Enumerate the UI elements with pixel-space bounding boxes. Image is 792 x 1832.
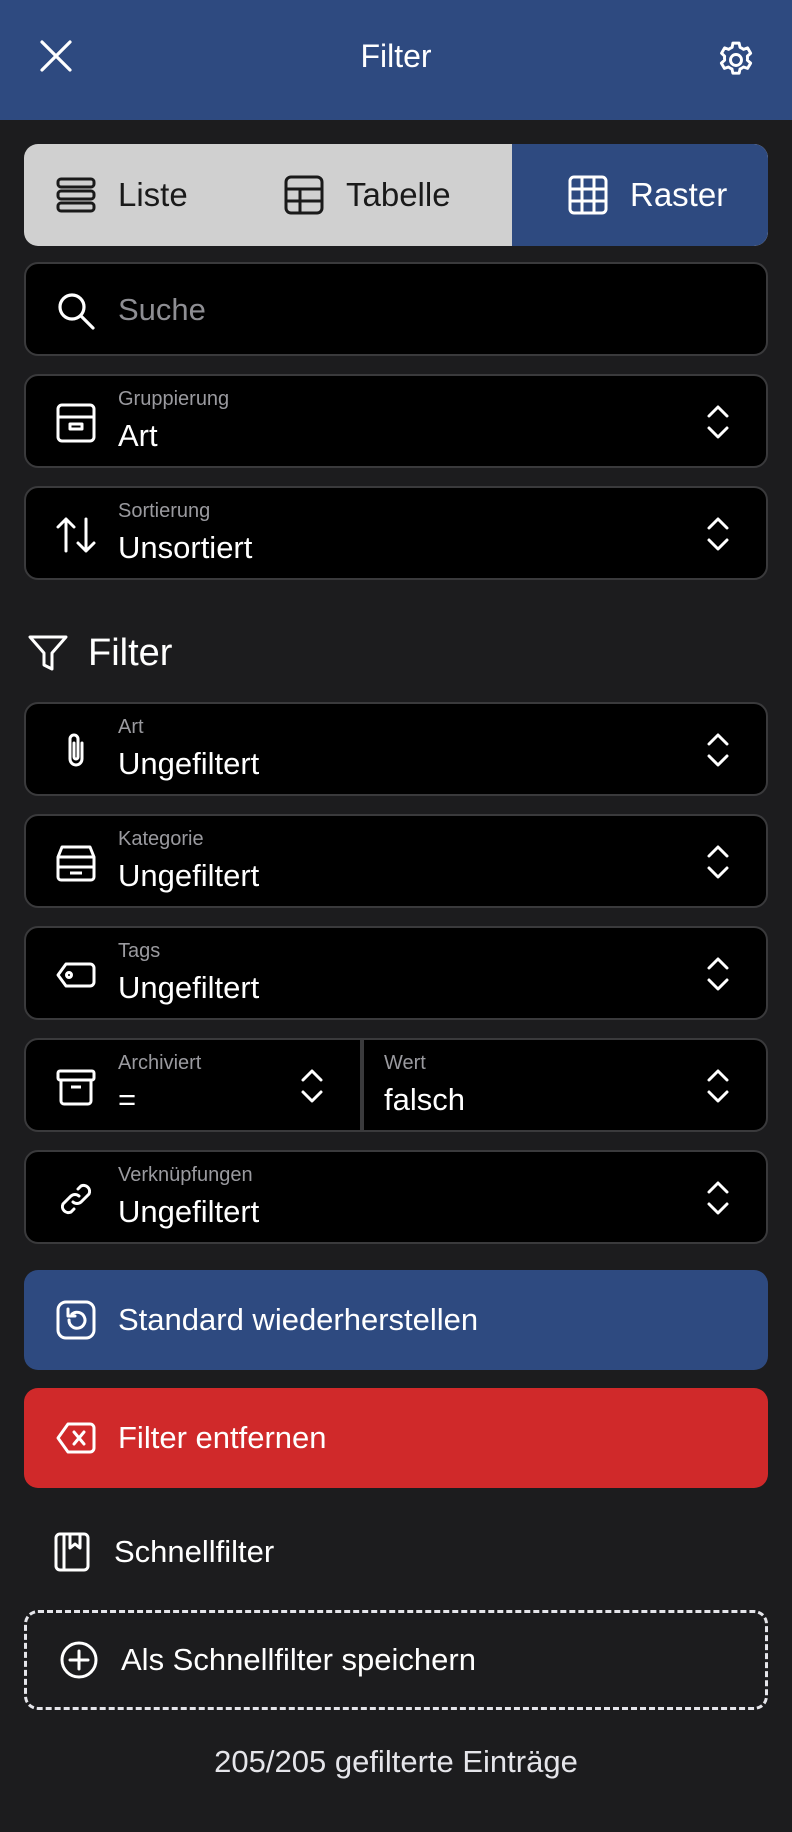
sort-arrows-icon: [56, 517, 96, 553]
sorting-label: Sortierung: [118, 500, 211, 522]
bookmark-book-icon: [54, 1532, 90, 1572]
filtered-count: 205/205 gefilterte Einträge: [214, 1744, 578, 1779]
backspace-clear-icon: [56, 1422, 96, 1454]
view-option-label: Liste: [118, 176, 188, 213]
verknuepfungen-filter-select[interactable]: Verknüpfungen Ungefiltert: [24, 1150, 768, 1244]
verknuepfungen-label: Verknüpfungen: [118, 1164, 253, 1186]
art-value: Ungefiltert: [118, 746, 260, 781]
archive-box-icon: [56, 403, 96, 443]
kategorie-filter-select[interactable]: Kategorie Ungefiltert: [24, 814, 768, 908]
paperclip-icon: [68, 733, 84, 767]
chevron-up-down-icon: [301, 1069, 323, 1103]
chevron-up-down-icon: [707, 1181, 729, 1215]
table-icon: [284, 175, 324, 215]
header-bar: Filter: [0, 0, 792, 120]
quick-filter-heading: Schnellfilter: [50, 1530, 274, 1574]
search-icon: [58, 293, 95, 330]
view-option-label: Raster: [630, 176, 728, 213]
restore-icon: [56, 1300, 96, 1340]
remove-filters-button[interactable]: Filter entfernen: [24, 1388, 768, 1488]
page-title: Filter: [360, 38, 432, 74]
plus-circle-icon: [60, 1641, 98, 1679]
filter-section-title: Filter: [88, 631, 173, 674]
save-quick-filter-button[interactable]: Als Schnellfilter speichern: [24, 1610, 768, 1710]
funnel-icon: [28, 635, 68, 671]
tags-value: Ungefiltert: [118, 970, 260, 1005]
kategorie-label: Kategorie: [118, 828, 204, 850]
sorting-value: Unsortiert: [118, 530, 253, 565]
search-input[interactable]: Suche: [24, 262, 768, 356]
wert-label: Wert: [384, 1052, 426, 1074]
link-icon: [60, 1183, 92, 1215]
chevron-up-down-icon: [707, 733, 729, 767]
filter-section-heading: Filter: [26, 628, 172, 678]
chevron-up-down-icon: [707, 517, 729, 551]
grouping-value: Art: [118, 418, 158, 453]
tag-icon: [56, 962, 96, 988]
save-quick-filter-label: Als Schnellfilter speichern: [121, 1642, 476, 1677]
chevron-up-down-icon: [707, 845, 729, 879]
tags-label: Tags: [118, 940, 161, 962]
grouping-label: Gruppierung: [118, 388, 230, 410]
archive-icon: [56, 1069, 96, 1106]
art-label: Art: [118, 716, 144, 738]
chevron-up-down-icon: [707, 405, 729, 439]
quick-filter-title: Schnellfilter: [114, 1534, 275, 1569]
inbox-tray-icon: [56, 845, 96, 882]
wert-value: falsch: [384, 1082, 465, 1117]
tags-filter-select[interactable]: Tags Ungefiltert: [24, 926, 768, 1020]
grid-icon: [568, 175, 608, 215]
kategorie-value: Ungefiltert: [118, 858, 260, 893]
remove-filters-label: Filter entfernen: [118, 1420, 327, 1455]
chevron-up-down-icon: [707, 1069, 729, 1103]
restore-defaults-label: Standard wiederherstellen: [118, 1302, 479, 1337]
archiviert-value-select[interactable]: Wert falsch: [362, 1038, 768, 1132]
art-filter-select[interactable]: Art Ungefiltert: [24, 702, 768, 796]
view-option-raster[interactable]: Raster: [512, 144, 768, 246]
view-mode-switch: Liste Tabelle Raster: [24, 144, 768, 246]
search-placeholder: Suche: [118, 292, 206, 327]
chevron-up-down-icon: [707, 957, 729, 991]
view-option-liste[interactable]: Liste: [54, 144, 188, 246]
grouping-select[interactable]: Gruppierung Art: [24, 374, 768, 468]
restore-defaults-button[interactable]: Standard wiederherstellen: [24, 1270, 768, 1370]
view-option-label: Tabelle: [346, 176, 451, 213]
list-icon: [56, 177, 96, 213]
view-option-tabelle[interactable]: Tabelle: [282, 144, 451, 246]
archiviert-label: Archiviert: [118, 1052, 202, 1074]
verknuepfungen-value: Ungefiltert: [118, 1194, 260, 1229]
settings-button[interactable]: [714, 38, 758, 82]
gear-icon: [719, 41, 753, 75]
sorting-select[interactable]: Sortierung Unsortiert: [24, 486, 768, 580]
archiviert-operator: =: [118, 1082, 137, 1117]
archiviert-operator-select[interactable]: Archiviert =: [24, 1038, 362, 1132]
